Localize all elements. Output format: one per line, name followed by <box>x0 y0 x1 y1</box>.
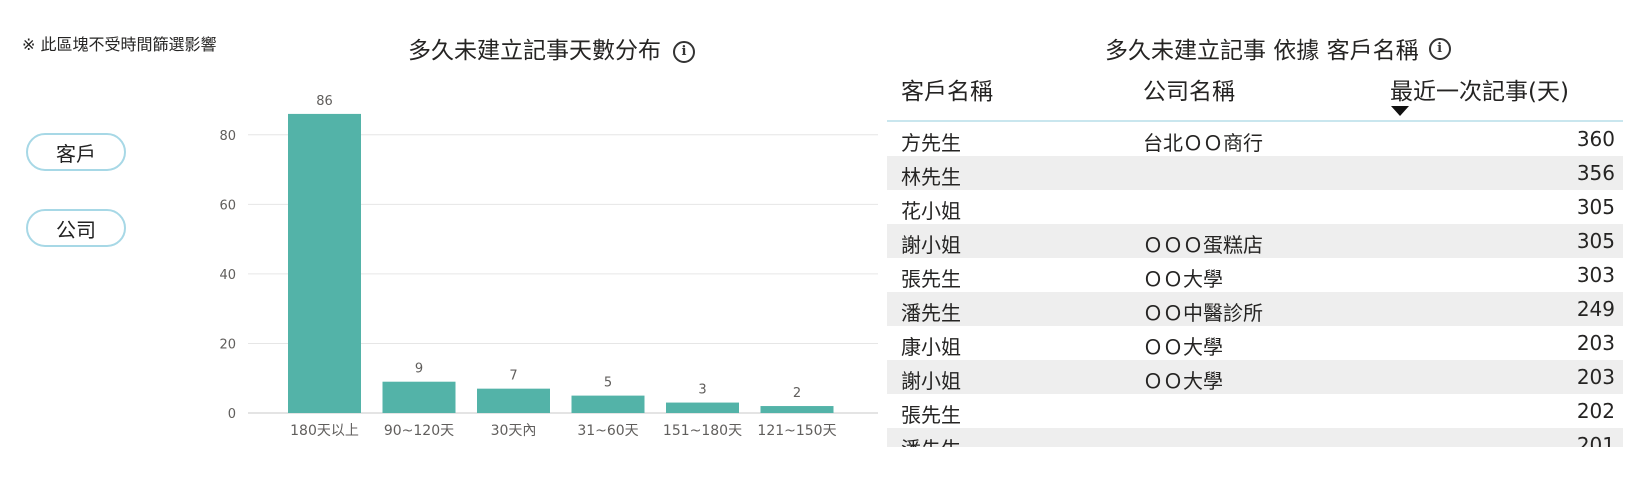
cell-customer: 張先生 <box>901 267 961 291</box>
cell-customer: 張先生 <box>901 403 961 427</box>
x-tick-label: 90~120天 <box>384 423 454 439</box>
data-label: 5 <box>604 376 612 391</box>
cell-company: ＯＯ大學 <box>1143 335 1223 359</box>
cell-customer: 潘先生 <box>901 433 961 447</box>
table-row[interactable]: 謝小姐 ＯＯＯ蛋糕店 305 <box>887 224 1623 258</box>
cell-customer: 方先生 <box>901 131 961 155</box>
data-label: 7 <box>509 369 517 384</box>
table-row[interactable]: 康小姐 ＯＯ大學 203 <box>887 326 1623 360</box>
y-tick-label: 60 <box>219 198 236 213</box>
info-icon[interactable]: i <box>1428 37 1451 60</box>
cell-days: 203 <box>1576 365 1615 389</box>
data-label: 9 <box>415 362 423 377</box>
x-tick-label: 30天內 <box>491 423 537 439</box>
cell-company: ＯＯ大學 <box>1143 267 1223 291</box>
bar[interactable] <box>666 402 739 413</box>
cell-company: 台北ＯＯ商行 <box>1143 131 1263 155</box>
y-tick-label: 80 <box>219 129 236 144</box>
cell-customer: 林先生 <box>901 165 961 189</box>
y-tick-label: 20 <box>219 337 236 352</box>
column-header-last-note-days[interactable]: 最近一次記事(天) <box>1390 72 1569 106</box>
data-label: 2 <box>793 386 801 401</box>
table-row[interactable]: 張先生 ＯＯ大學 303 <box>887 258 1623 292</box>
table-body: 方先生 台北ＯＯ商行 360 林先生 356 花小姐 305 謝小姐 ＯＯＯ蛋糕店 305 張先生 Ｏ… <box>887 122 1623 447</box>
table-row[interactable]: 謝小姐 ＯＯ大學 203 <box>887 360 1623 394</box>
cell-customer: 潘先生 <box>901 301 961 325</box>
bar[interactable] <box>760 406 834 413</box>
table-row[interactable]: 方先生 台北ＯＯ商行 360 <box>887 122 1623 156</box>
bar[interactable] <box>382 381 456 413</box>
cell-customer: 謝小姐 <box>901 233 961 257</box>
table-header: 客戶名稱 公司名稱 最近一次記事(天) <box>887 64 1623 122</box>
cell-customer: 花小姐 <box>901 199 961 223</box>
data-label: 3 <box>698 383 706 398</box>
cell-days: 356 <box>1576 161 1615 185</box>
cell-customer: 康小姐 <box>901 335 961 359</box>
cell-days: 305 <box>1576 229 1615 253</box>
cell-days: 201 <box>1576 433 1615 447</box>
cell-company: ＯＯ中醫診所 <box>1143 301 1263 325</box>
table-title-text: 多久未建立記事 依據 客戶名稱 <box>1105 38 1419 64</box>
cell-days: 360 <box>1576 127 1615 151</box>
table-row[interactable]: 林先生 356 <box>887 156 1623 190</box>
cell-days: 303 <box>1576 263 1615 287</box>
x-tick-label: 180天以上 <box>290 423 359 439</box>
table-row[interactable]: 花小姐 305 <box>887 190 1623 224</box>
customer-table: 客戶名稱 公司名稱 最近一次記事(天) 方先生 台北ＯＯ商行 360 林先生 356 花小… <box>887 64 1623 447</box>
cell-days: 203 <box>1576 331 1615 355</box>
cell-company: ＯＯＯ蛋糕店 <box>1143 233 1263 257</box>
bar[interactable] <box>477 388 550 413</box>
cell-days: 249 <box>1576 297 1615 321</box>
x-tick-label: 121~150天 <box>757 423 836 439</box>
cell-days: 202 <box>1576 399 1615 423</box>
x-tick-label: 151~180天 <box>663 423 742 439</box>
data-label: 86 <box>316 94 333 109</box>
cell-customer: 謝小姐 <box>901 369 961 393</box>
cell-company: ＯＯ大學 <box>1143 369 1223 393</box>
sort-descending-icon[interactable] <box>1391 106 1409 116</box>
bar-chart: 0 20 40 60 80 86 180天以上 9 90~120天 7 30天內 5 31~60天 3 15… <box>219 94 878 439</box>
bar[interactable] <box>571 395 645 413</box>
table-row[interactable]: 張先生 202 <box>887 394 1623 428</box>
x-tick-label: 31~60天 <box>577 423 638 439</box>
table-row[interactable]: 潘先生 201 <box>887 428 1623 447</box>
column-header-company[interactable]: 公司名稱 <box>1143 72 1235 106</box>
bar[interactable] <box>288 113 361 414</box>
table-row[interactable]: 潘先生 ＯＯ中醫診所 249 <box>887 292 1623 326</box>
y-tick-label: 0 <box>228 407 236 422</box>
y-tick-label: 40 <box>219 268 236 283</box>
column-header-customer[interactable]: 客戶名稱 <box>901 72 993 106</box>
cell-days: 305 <box>1576 195 1615 219</box>
table-title: 多久未建立記事 依據 客戶名稱 i <box>1105 31 1451 65</box>
